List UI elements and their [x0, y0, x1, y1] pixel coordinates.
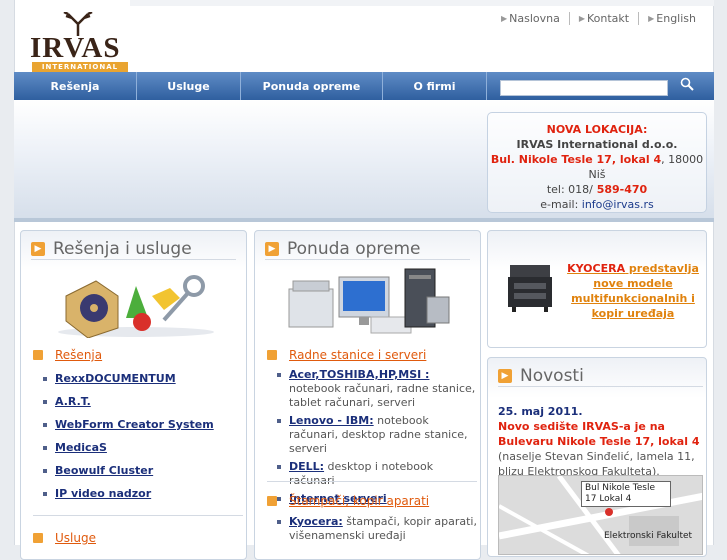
section-printers[interactable]: Štampači, kopir aparati: [267, 494, 429, 508]
folder-icon: [33, 533, 43, 543]
workstations-list: Acer,TOSHIBA,HP,MSI : notebook računari,…: [277, 368, 477, 510]
tel-number: 589-470: [592, 183, 648, 196]
email-link[interactable]: info@irvas.rs: [578, 198, 654, 211]
nav-resenja[interactable]: Rešenja: [14, 72, 137, 100]
list-item[interactable]: WebForm Creator System: [43, 418, 214, 432]
search-input[interactable]: [500, 80, 668, 96]
equipment-box: ▶ Ponuda opreme Radne stanice i serveri A…: [254, 230, 481, 560]
arrow-right-icon: ▶: [500, 14, 508, 23]
folder-icon: [267, 496, 277, 506]
list-item[interactable]: MedicaS: [43, 441, 214, 455]
printers-list: Kyocera: štampači, kopir aparati, višena…: [277, 515, 477, 547]
promo-box: KYOCERA predstavlja nove modele multifun…: [487, 230, 707, 348]
promo-link[interactable]: KYOCERA predstavlja nove modele multifun…: [566, 261, 700, 321]
address: Bul. Nikole Tesle 17, lokal 4: [490, 153, 662, 166]
arrow-right-icon: ▶: [648, 14, 655, 23]
list-item[interactable]: RexxDOCUMENTUM: [43, 372, 214, 386]
list-item[interactable]: IP video nadzor: [43, 487, 214, 501]
solutions-box: ▶ Rešenja i usluge Rešenja RexxDOCUMENTUM…: [20, 230, 247, 560]
tel-label: tel: 018/: [546, 183, 593, 196]
nav-o-firmi[interactable]: O firmi: [383, 72, 487, 100]
email-label: e-mail:: [540, 198, 579, 211]
arrow-right-icon: ▶: [578, 14, 585, 23]
section-usluge[interactable]: Usluge: [33, 531, 96, 545]
news-headline[interactable]: Novo sedište IRVAS-a je na Bulevaru Niko…: [498, 420, 700, 448]
section-workstations[interactable]: Radne stanice i serveri: [267, 348, 426, 362]
search-icon[interactable]: [678, 77, 696, 95]
news-date: 25. maj 2011.: [498, 405, 583, 418]
box-heading: ▶ Novosti: [498, 366, 584, 386]
link-naslovna[interactable]: ▶ Naslovna: [492, 12, 569, 25]
solutions-illustration: [58, 275, 214, 338]
link-english[interactable]: ▶ English: [638, 12, 705, 25]
news-item: 25. maj 2011. Novo sedište IRVAS-a je na…: [498, 404, 703, 479]
location-map[interactable]: Bul Nikole Tesle 17 Lokal 4 Elektronski …: [498, 475, 703, 555]
list-item[interactable]: A.R.T.: [43, 395, 214, 409]
list-item[interactable]: Lenovo - IBM: notebook računari, desktop…: [277, 414, 477, 456]
location-box: NOVA LOKACIJA: IRVAS International d.o.o…: [487, 112, 707, 213]
folder-icon: [33, 350, 43, 360]
map-label-faculty: Elektronski Fakultet: [604, 531, 693, 541]
logo-tagline: INTERNATIONAL: [32, 62, 128, 72]
list-item[interactable]: Acer,TOSHIBA,HP,MSI : notebook računari,…: [277, 368, 477, 410]
list-item[interactable]: Kyocera: štampači, kopir aparati, višena…: [277, 515, 477, 543]
top-links: ▶ Naslovna ▶ Kontakt ▶ English: [492, 12, 705, 25]
top-strip: [130, 0, 714, 6]
location-title: NOVA LOKACIJA:: [546, 123, 648, 136]
irvas-logo[interactable]: IRVAS INTERNATIONAL: [30, 12, 130, 72]
banner-divider: [14, 218, 714, 222]
arrow-box-icon: ▶: [265, 242, 279, 256]
company-name: IRVAS International d.o.o.: [516, 138, 678, 151]
solutions-list: RexxDOCUMENTUM A.R.T. WebForm Creator Sy…: [43, 372, 214, 510]
nav-ponuda-opreme[interactable]: Ponuda opreme: [241, 72, 383, 100]
arrow-box-icon: ▶: [498, 369, 512, 383]
printer-image[interactable]: [506, 261, 556, 313]
box-heading: ▶ Ponuda opreme: [265, 239, 421, 259]
arrow-box-icon: ▶: [31, 242, 45, 256]
folder-icon: [267, 350, 277, 360]
news-text: (naselje Stevan Sinđelić, lamela 11, bli…: [498, 450, 695, 478]
equipment-illustration: [288, 268, 450, 334]
nav-usluge[interactable]: Usluge: [137, 72, 241, 100]
box-heading: ▶ Rešenja i usluge: [31, 239, 192, 259]
link-kontakt[interactable]: ▶ Kontakt: [568, 12, 638, 25]
section-resenja[interactable]: Rešenja: [33, 348, 102, 362]
map-label: Bul Nikole Tesle 17 Lokal 4: [581, 481, 671, 507]
logo-word: IRVAS: [30, 32, 121, 64]
news-box: ▶ Novosti 25. maj 2011. Novo sedište IRVA…: [487, 357, 707, 557]
list-item[interactable]: Beowulf Cluster: [43, 464, 214, 478]
list-item[interactable]: DELL: desktop i notebook računari: [277, 460, 477, 488]
